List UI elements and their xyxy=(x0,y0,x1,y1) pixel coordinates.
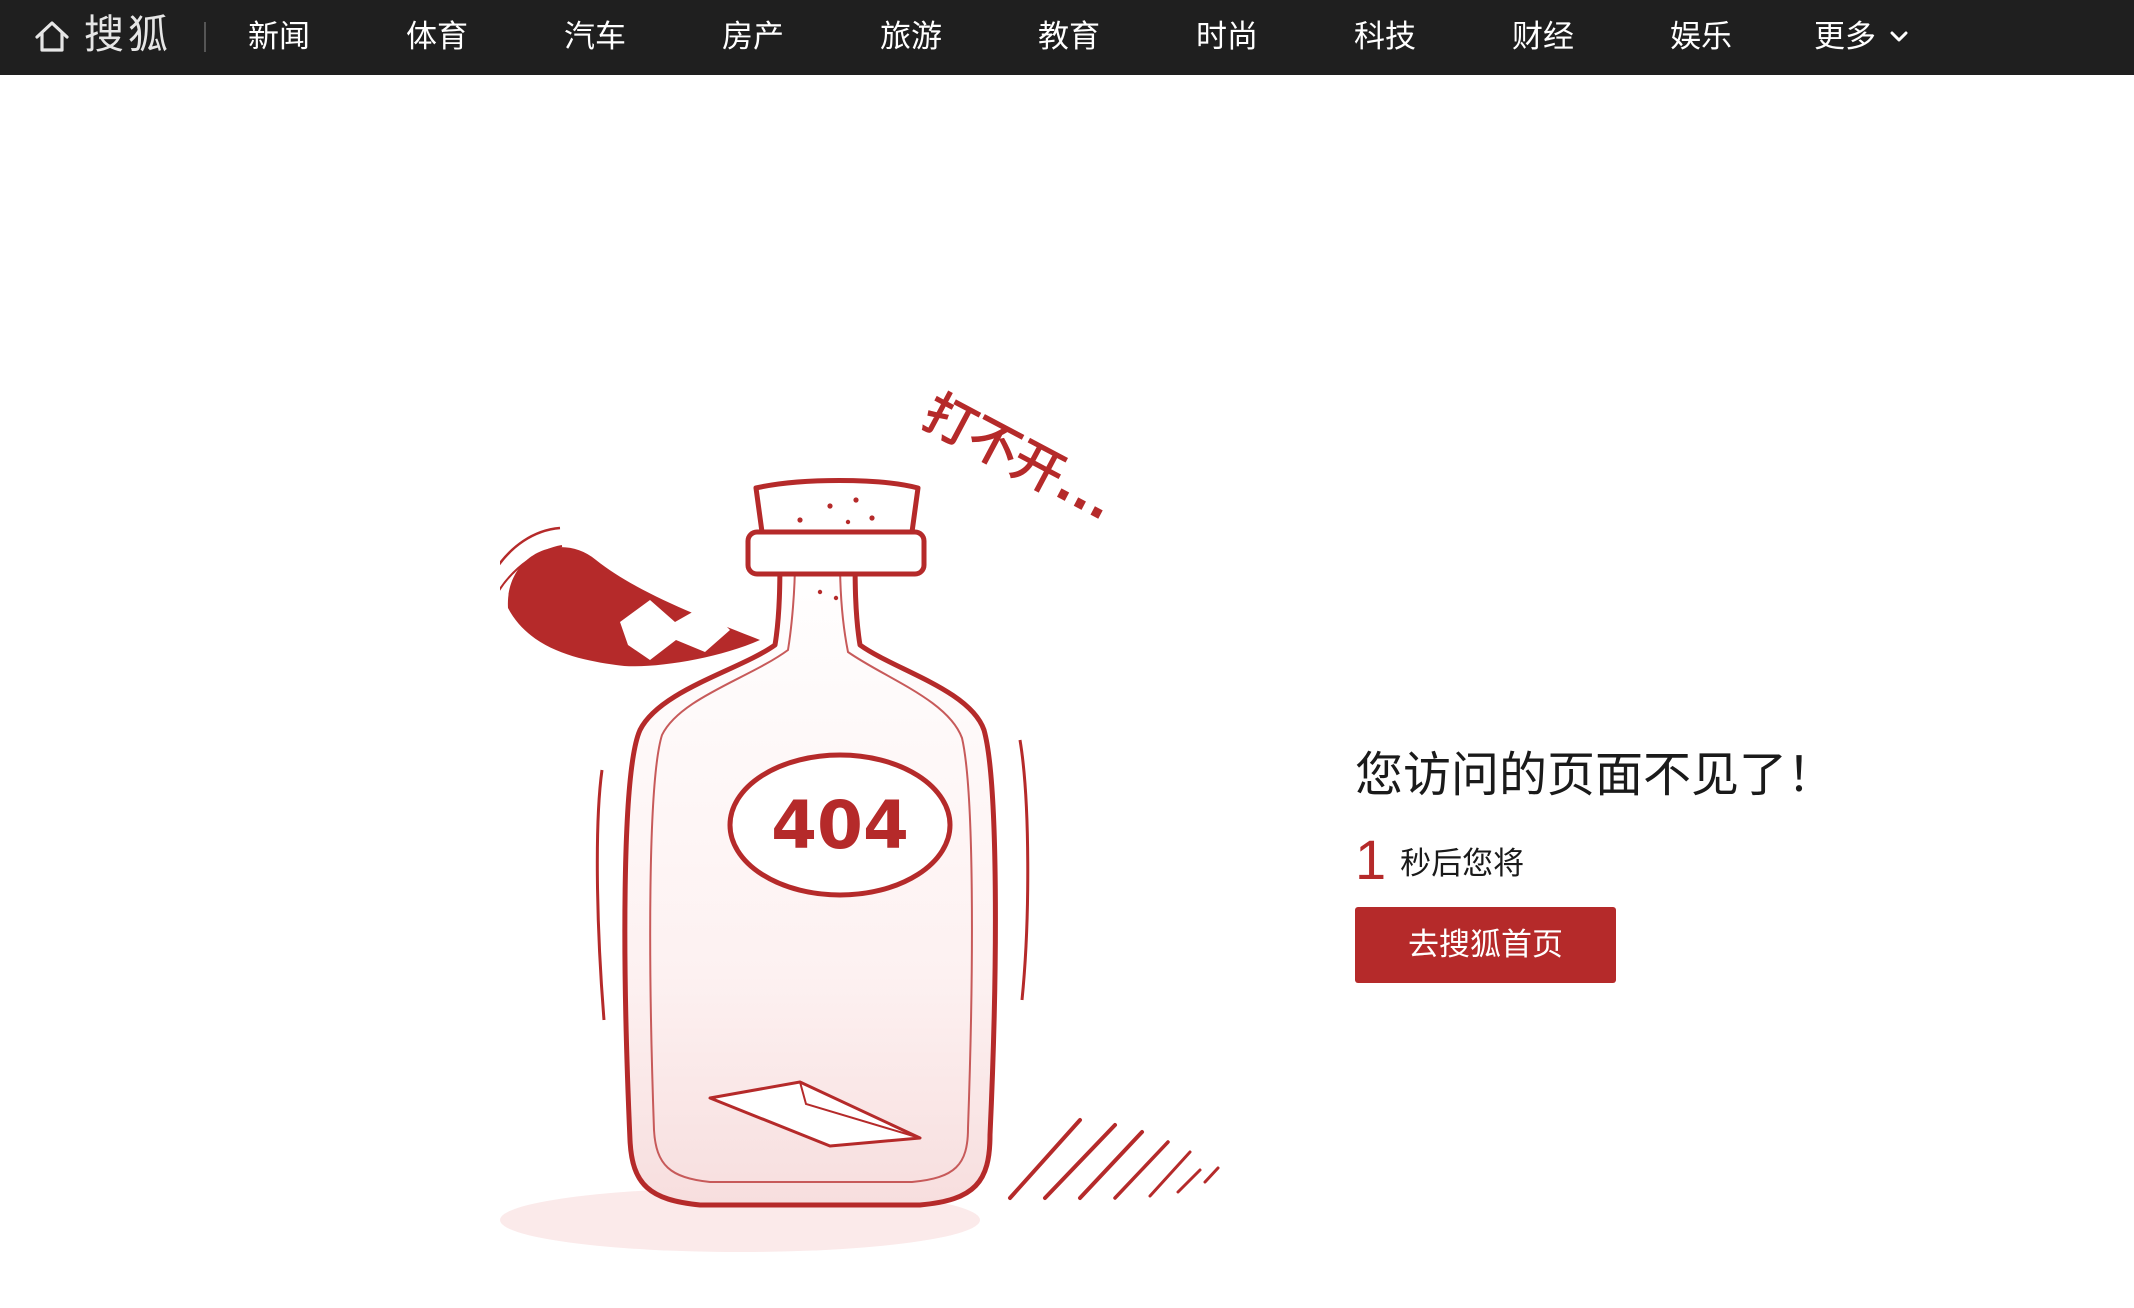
home-icon[interactable] xyxy=(32,16,72,56)
nav-item-auto[interactable]: 汽车 xyxy=(564,14,626,60)
redirect-countdown: 1 秒后您将 xyxy=(1355,830,1524,890)
nav-item-finance[interactable]: 财经 xyxy=(1512,14,1574,60)
nav-item-sports[interactable]: 体育 xyxy=(406,14,468,60)
nav-item-tech[interactable]: 科技 xyxy=(1354,14,1416,60)
nav-item-realestate[interactable]: 房产 xyxy=(722,14,784,60)
page-not-found-title: 您访问的页面不见了！ xyxy=(1355,747,1836,803)
nav-item-travel[interactable]: 旅游 xyxy=(880,14,942,60)
bottle-label-404: 404 xyxy=(771,787,909,864)
bottle-404-illustration: 404 打不开... xyxy=(500,383,1220,1252)
nav-item-education[interactable]: 教育 xyxy=(1038,14,1100,60)
go-home-button[interactable]: 去搜狐首页 xyxy=(1355,907,1616,983)
nav-item-more[interactable]: 更多 xyxy=(1814,14,1876,60)
countdown-number: 1 xyxy=(1355,828,1387,891)
nav-item-entertainment[interactable]: 娱乐 xyxy=(1670,14,1732,60)
countdown-text: 秒后您将 xyxy=(1400,846,1525,882)
top-nav-bar: 搜狐 新闻 体育 汽车 房产 旅游 教育 时尚 科技 财经 娱乐 更多 xyxy=(0,0,2134,75)
bottle-caption: 打不开... xyxy=(914,383,1124,531)
chevron-down-icon[interactable] xyxy=(1888,25,1910,47)
nav-divider xyxy=(204,22,206,52)
sohu-logo[interactable]: 搜狐 xyxy=(84,8,172,62)
nav-item-fashion[interactable]: 时尚 xyxy=(1196,14,1258,60)
nav-item-news[interactable]: 新闻 xyxy=(248,14,310,60)
